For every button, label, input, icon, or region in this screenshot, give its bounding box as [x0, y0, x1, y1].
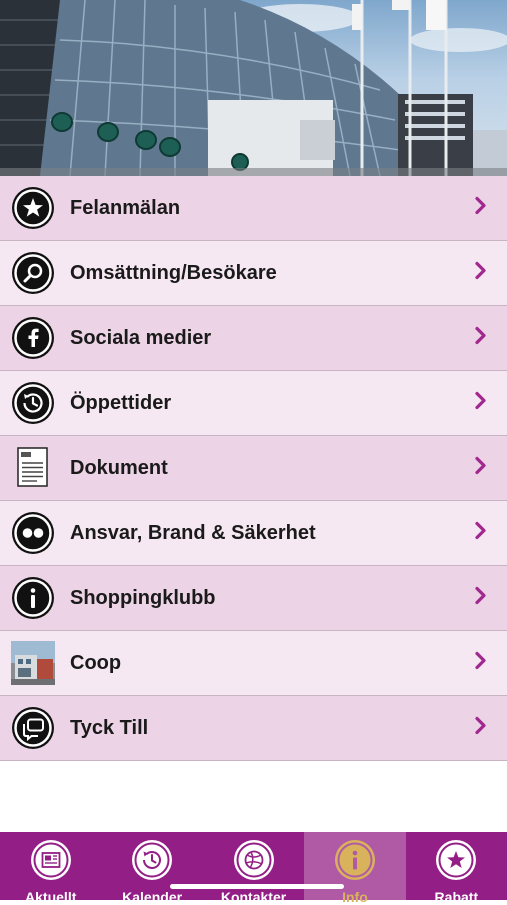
chevron-right-icon — [475, 586, 487, 610]
pdf-document-icon — [11, 446, 55, 490]
info-menu-list: Felanmälan Omsättning/Besökare Sociala m… — [0, 176, 507, 761]
flickr-dots-icon — [11, 511, 55, 555]
tab-label: Aktuellt — [25, 889, 77, 905]
tab-label: Rabatt — [434, 889, 479, 905]
menu-item-label: Felanmälan — [70, 196, 181, 219]
chevron-right-icon — [475, 196, 487, 220]
building-illustration — [0, 0, 507, 176]
tab-label: Kontakter — [220, 889, 287, 905]
menu-item-label: Dokument — [70, 456, 168, 479]
menu-item-label: Shoppingklubb — [70, 586, 216, 609]
newspaper-icon — [30, 839, 72, 886]
history-clock-icon — [131, 839, 173, 886]
home-indicator[interactable] — [170, 884, 344, 889]
info-icon — [334, 839, 376, 886]
chevron-right-icon — [475, 391, 487, 415]
chevron-right-icon — [475, 326, 487, 350]
tab-label: Info — [342, 889, 368, 905]
tab-info[interactable]: Info — [304, 832, 406, 905]
menu-item-label: Sociala medier — [70, 326, 212, 349]
chevron-right-icon — [475, 456, 487, 480]
info-icon — [11, 576, 55, 620]
tab-kontakter[interactable]: Kontakter — [203, 832, 304, 905]
tab-aktuellt[interactable]: Aktuellt — [0, 832, 101, 905]
menu-item-label: Omsättning/Besökare — [70, 261, 277, 284]
basketball-icon — [233, 839, 275, 886]
menu-item-ansvar-brand-sakerhet[interactable]: Ansvar, Brand & Säkerhet — [0, 501, 507, 566]
tab-label: Kalender — [122, 889, 183, 905]
search-icon — [11, 251, 55, 295]
menu-item-oppettider[interactable]: Öppettider — [0, 371, 507, 436]
tab-rabatt[interactable]: Rabatt — [406, 832, 507, 905]
menu-item-tyck-till[interactable]: Tyck Till — [0, 696, 507, 761]
chevron-right-icon — [475, 716, 487, 740]
chevron-right-icon — [475, 261, 487, 285]
bottom-tab-bar: Aktuellt Kalender Kontakter Info Rabatt — [0, 832, 507, 905]
menu-item-label: Öppettider — [70, 391, 172, 414]
chevron-right-icon — [475, 651, 487, 675]
tab-kalender[interactable]: Kalender — [101, 832, 202, 905]
chevron-right-icon — [475, 521, 487, 545]
menu-item-sociala-medier[interactable]: Sociala medier — [0, 306, 507, 371]
menu-item-coop[interactable]: Coop — [0, 631, 507, 696]
star-icon — [11, 186, 55, 230]
star-icon — [435, 839, 477, 886]
header-photo — [0, 0, 507, 176]
menu-item-label: Ansvar, Brand & Säkerhet — [70, 521, 316, 544]
clock-icon — [11, 381, 55, 425]
facebook-icon — [11, 316, 55, 360]
menu-item-dokument[interactable]: Dokument — [0, 436, 507, 501]
menu-item-label: Tyck Till — [70, 716, 149, 739]
menu-item-omsattning[interactable]: Omsättning/Besökare — [0, 241, 507, 306]
menu-item-shoppingklubb[interactable]: Shoppingklubb — [0, 566, 507, 631]
menu-item-felanmalan[interactable]: Felanmälan — [0, 176, 507, 241]
menu-item-label: Coop — [70, 651, 122, 674]
store-photo-thumbnail — [11, 641, 55, 685]
chat-bubbles-icon — [11, 706, 55, 750]
